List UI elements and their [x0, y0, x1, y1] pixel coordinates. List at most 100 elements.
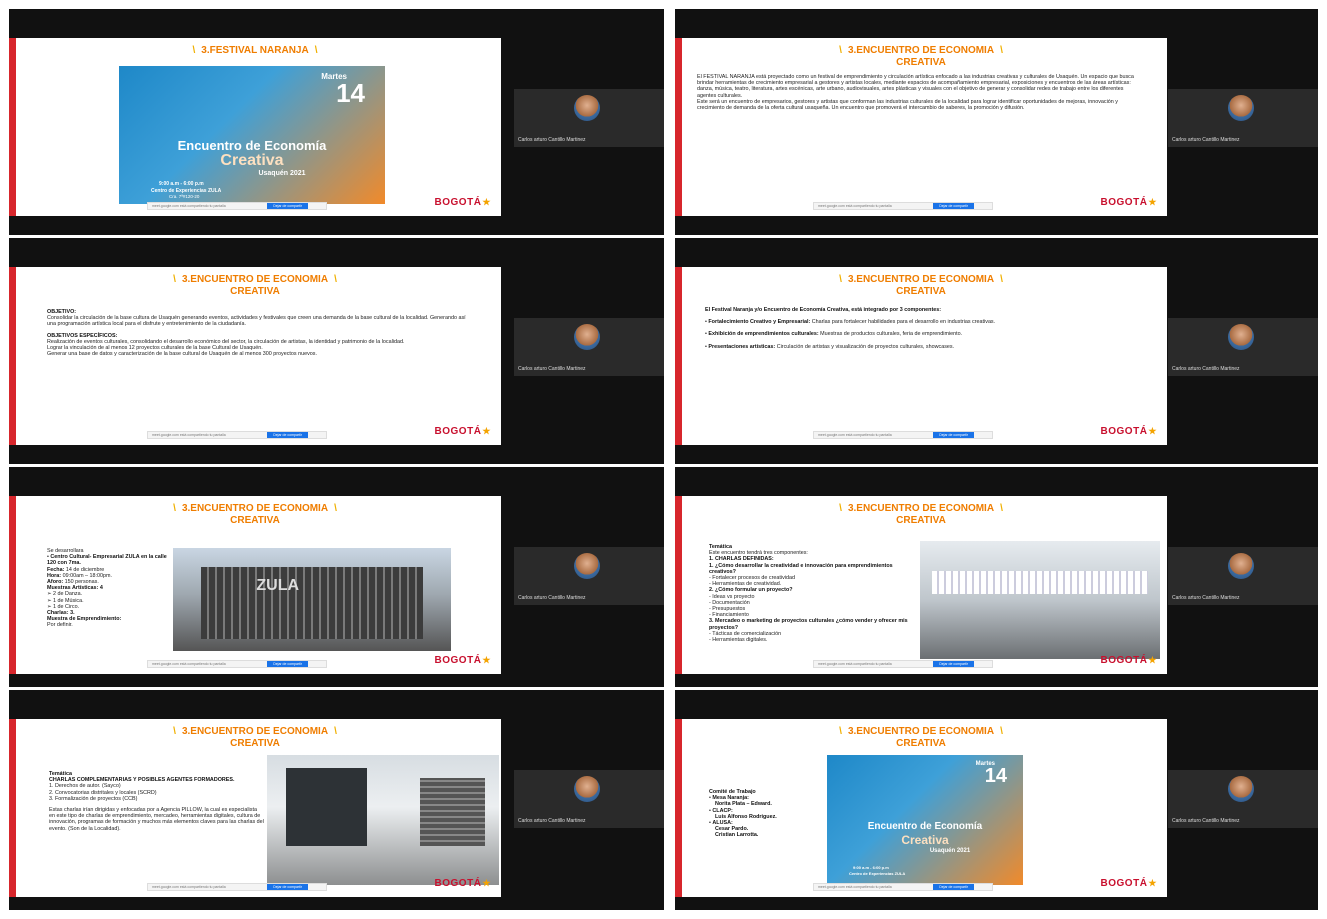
participant-tile[interactable]: Carlos arturo Cantillo Martinez	[514, 318, 664, 376]
avatar	[1228, 553, 1254, 579]
slide-title: \ 3.ENCUENTRO DE ECONOMIA \ CREATIVA	[839, 726, 1003, 749]
participant-name: Carlos arturo Cantillo Martinez	[1172, 137, 1240, 143]
slide-title: \ 3.ENCUENTRO DE ECONOMIA \ CREATIVA	[173, 726, 337, 749]
stop-sharing-button[interactable]: Dejar de compartir	[933, 884, 974, 890]
text-line: Cristian Larrotta.	[715, 832, 759, 839]
star-icon: ★	[482, 197, 491, 207]
participant-tile[interactable]: Carlos arturo Cantillo Martinez	[1168, 89, 1318, 147]
participant-tile[interactable]: Carlos arturo Cantillo Martinez	[514, 547, 664, 605]
participant-tile[interactable]: Carlos arturo Cantillo Martinez	[1168, 770, 1318, 828]
share-banner: meet.google.com está compartiendo tu pan…	[813, 431, 993, 439]
participant-name: Carlos arturo Cantillo Martinez	[518, 137, 586, 143]
avatar	[574, 95, 600, 121]
text-line: 3. Mercadeo o marketing de proyectos cul…	[709, 618, 908, 631]
screen-share-tile: \ 3.ENCUENTRO DE ECONOMIA \ CREATIVA El Fes…	[675, 238, 1318, 464]
participant-name: Carlos arturo Cantillo Martinez	[518, 595, 586, 601]
star-icon: ★	[1148, 197, 1157, 207]
event-poster: Martes 14 Encuentro de Economía Creativa…	[827, 755, 1023, 885]
slide-title: \ 3.ENCUENTRO DE ECONOMIA \ CREATIVA	[839, 503, 1003, 526]
bogota-logo: BOGOTÁ★	[434, 878, 491, 889]
venue-terrace-photo	[920, 541, 1160, 659]
objective-text: Consolidar la circulación de la base cul…	[47, 315, 466, 328]
participant-tile[interactable]: Carlos arturo Cantillo Martinez	[514, 89, 664, 147]
participant-tile[interactable]: Carlos arturo Cantillo Martinez	[1168, 547, 1318, 605]
slide: \ 3.ENCUENTRO DE ECONOMIA \ CREATIVA El FES…	[675, 38, 1167, 216]
stop-sharing-button[interactable]: Dejar de compartir	[933, 661, 974, 667]
bogota-logo: BOGOTÁ★	[434, 655, 491, 666]
list-item: • Centro Cultural- Empresarial ZULA en l…	[47, 554, 167, 567]
poster-address: Cra. 7ª#120-20	[169, 194, 200, 199]
screen-share-tile: \ 3.ENCUENTRO DE ECONOMIA \ CREATIVA Se des…	[9, 467, 664, 687]
share-banner: meet.google.com está compartiendo tu pan…	[147, 883, 327, 891]
participant-name: Carlos arturo Cantillo Martinez	[1172, 818, 1240, 824]
screen-share-tile: \ 3.ENCUENTRO DE ECONOMIA \ CREATIVA Comité…	[675, 690, 1318, 910]
paragraph: Este será un encuentro de empresarios, g…	[697, 98, 1118, 112]
participant-tile[interactable]: Carlos arturo Cantillo Martinez	[514, 770, 664, 828]
intro-text: El Festival Naranja y/o Encuentro de Eco…	[705, 307, 942, 313]
slide-title: \ 3.ENCUENTRO DE ECONOMIA \ CREATIVA	[173, 503, 337, 526]
share-banner: meet.google.com está compartiendo tu pan…	[813, 202, 993, 210]
star-icon: ★	[482, 426, 491, 436]
star-icon: ★	[1148, 426, 1157, 436]
stop-sharing-button[interactable]: Dejar de compartir	[267, 432, 308, 438]
paragraph: Estas charlas irían dirigidas y enfocada…	[49, 807, 264, 832]
bogota-logo: BOGOTÁ★	[1100, 878, 1157, 889]
avatar	[574, 324, 600, 350]
stop-sharing-button[interactable]: Dejar de compartir	[933, 203, 974, 209]
slide-body: Se desarrollara • Centro Cultural- Empre…	[47, 548, 177, 629]
venue-courtyard-photo	[267, 755, 499, 885]
participant-tile[interactable]: Carlos arturo Cantillo Martinez	[1168, 318, 1318, 376]
slide: \ 3.ENCUENTRO DE ECONOMIA \ CREATIVA El Fes…	[675, 267, 1167, 445]
stop-sharing-button[interactable]: Dejar de compartir	[933, 432, 974, 438]
share-banner: meet.google.com está compartiendo tu pan…	[813, 660, 993, 668]
star-icon: ★	[1148, 655, 1157, 665]
share-banner: meet.google.com está compartiendo tu pan…	[813, 883, 993, 891]
slide-body: OBJETIVO: Consolidar la circulación de l…	[47, 309, 467, 357]
venue-sign: ZULA	[256, 576, 300, 594]
building	[285, 768, 367, 846]
share-banner-text: meet.google.com está compartiendo tu pan…	[152, 662, 226, 666]
participant-name: Carlos arturo Cantillo Martinez	[518, 366, 586, 372]
bogota-logo: BOGOTÁ★	[434, 426, 491, 437]
bogota-logo: BOGOTÁ★	[1100, 426, 1157, 437]
share-banner-text: meet.google.com está compartiendo tu pan…	[818, 204, 892, 208]
slide: \ 3.ENCUENTRO DE ECONOMIA \ CREATIVA Temáti…	[675, 496, 1167, 674]
poster-subtitle: Usaquén 2021	[258, 170, 306, 177]
stop-sharing-button[interactable]: Dejar de compartir	[267, 884, 308, 890]
poster-title-2: Creativa	[901, 833, 949, 847]
avatar	[574, 553, 600, 579]
slide: \ 3.FESTIVAL NARANJA \ Martes 14 Encuentro…	[9, 38, 501, 216]
screen-share-tile: \ 3.ENCUENTRO DE ECONOMIA \ CREATIVA El FES…	[675, 9, 1318, 235]
share-banner-text: meet.google.com está compartiendo tu pan…	[818, 433, 892, 437]
participant-name: Carlos arturo Cantillo Martinez	[518, 818, 586, 824]
list-item: Por definir.	[47, 622, 73, 629]
text-line: - Herramientas digitales.	[709, 637, 768, 644]
avatar	[574, 776, 600, 802]
poster-date: 14	[984, 765, 1007, 787]
slide-body: Comité de Trabajo • Mesa Naranja: Norita…	[709, 789, 829, 839]
slide: \ 3.ENCUENTRO DE ECONOMIA \ CREATIVA OBJETI…	[9, 267, 501, 445]
stop-sharing-button[interactable]: Dejar de compartir	[267, 203, 308, 209]
screen-grid: \ 3.FESTIVAL NARANJA \ Martes 14 Encuentro…	[0, 0, 1327, 919]
slide-title: \ 3.ENCUENTRO DE ECONOMIA \ CREATIVA	[173, 274, 337, 297]
share-banner-text: meet.google.com está compartiendo tu pan…	[818, 662, 892, 666]
slide: \ 3.ENCUENTRO DE ECONOMIA \ CREATIVA Temáti…	[9, 719, 501, 897]
poster-time: 9:00 a.m - 6:00 p.m	[853, 865, 889, 870]
poster-venue: Centro de Experiencias ZULA	[849, 871, 906, 876]
participant-name: Carlos arturo Cantillo Martinez	[1172, 366, 1240, 372]
slide-title: \ 3.ENCUENTRO DE ECONOMIA \ CREATIVA	[839, 274, 1003, 297]
screen-share-tile: \ 3.ENCUENTRO DE ECONOMIA \ CREATIVA Temáti…	[675, 467, 1318, 687]
poster-title: Encuentro de Economía	[867, 821, 983, 832]
poster-time: 9:00 a.m - 6:00 p.m	[159, 181, 204, 187]
slide-title: \ 3.FESTIVAL NARANJA \	[192, 45, 318, 56]
screen-share-tile: \ 3.ENCUENTRO DE ECONOMIA \ CREATIVA Temáti…	[9, 690, 664, 910]
stop-sharing-button[interactable]: Dejar de compartir	[267, 661, 308, 667]
red-accent-bar	[9, 38, 16, 216]
avatar	[1228, 324, 1254, 350]
star-icon: ★	[1148, 878, 1157, 888]
component-item: • Presentaciones artísticas: Circulación…	[705, 343, 955, 350]
bogota-logo: BOGOTÁ★	[434, 197, 491, 208]
building-facade	[200, 566, 424, 639]
star-icon: ★	[482, 655, 491, 665]
screen-share-tile: \ 3.ENCUENTRO DE ECONOMIA \ CREATIVA OBJETI…	[9, 238, 664, 464]
